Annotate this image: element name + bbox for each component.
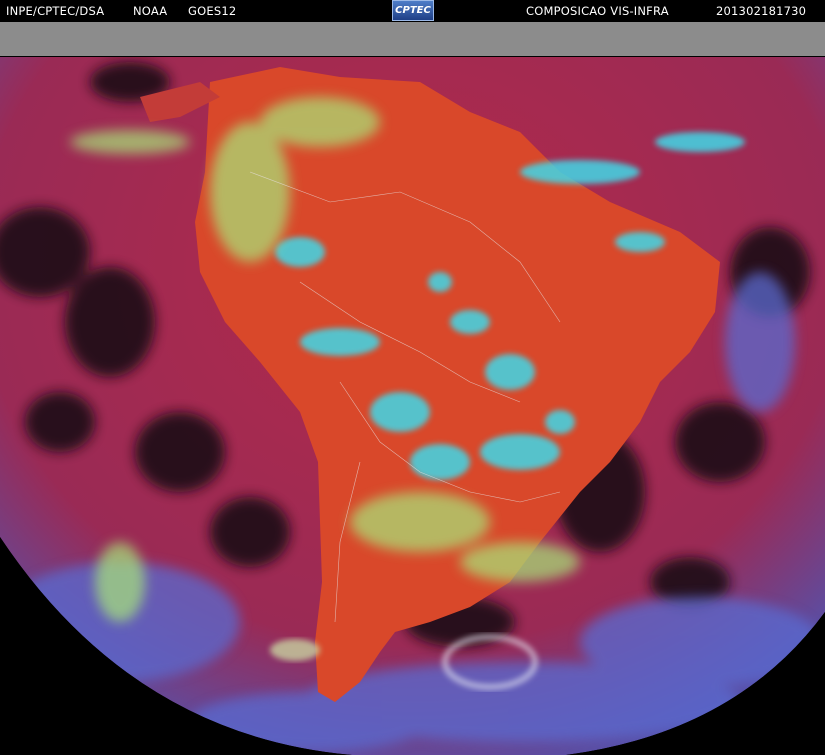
earth-disk [0,57,825,755]
source-label: NOAA [133,4,168,18]
cloud-patch [270,639,320,661]
timestamp-label: 201302181730 [716,4,807,18]
satellite-image [0,22,825,755]
satellite-label: GOES12 [188,4,237,18]
product-label: COMPOSICAO VIS-INFRA [526,4,669,18]
image-header-bar: INPE/CPTEC/DSA NOAA GOES12 CPTEC COMPOSI… [0,0,825,22]
cptec-logo: CPTEC [392,0,434,21]
no-data-band [0,22,825,56]
agency-label: INPE/CPTEC/DSA [6,4,105,18]
